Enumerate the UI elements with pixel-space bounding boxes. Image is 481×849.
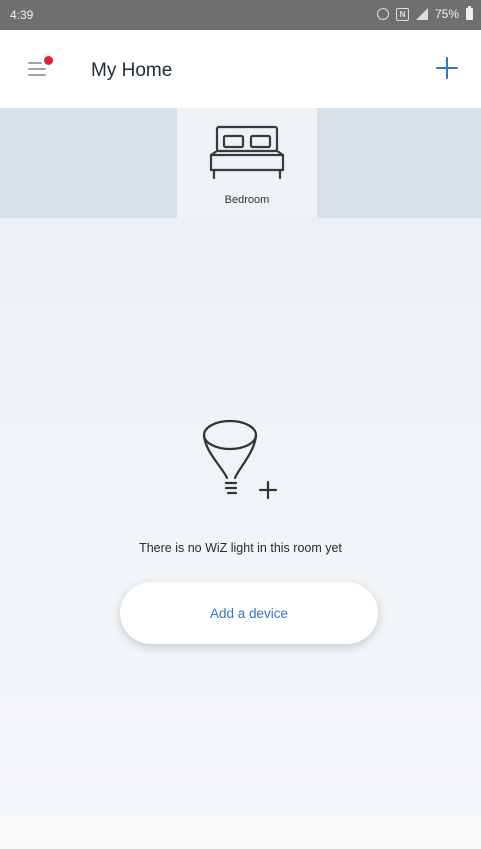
battery-icon bbox=[466, 6, 473, 20]
empty-state-message: There is no WiZ light in this room yet bbox=[139, 541, 342, 555]
add-button[interactable] bbox=[427, 48, 467, 88]
room-tab-bedroom[interactable]: Bedroom bbox=[177, 108, 317, 218]
bulb-add-icon bbox=[202, 419, 278, 500]
add-device-button[interactable]: Add a device bbox=[120, 582, 378, 644]
status-time: 4:39 bbox=[10, 8, 34, 22]
app-screen: 4:39 N 75% My Home Bedroom There is no W… bbox=[0, 0, 481, 849]
nfc-icon: N bbox=[395, 7, 409, 21]
battery-percent: 75% bbox=[434, 7, 459, 21]
menu-button[interactable] bbox=[28, 56, 54, 80]
menu-icon-line bbox=[28, 68, 46, 70]
notification-dot bbox=[44, 56, 53, 65]
rooms-strip: Bedroom bbox=[0, 108, 481, 218]
room-label: Bedroom bbox=[224, 194, 270, 206]
page-title: My Home bbox=[91, 60, 173, 81]
menu-icon-line bbox=[28, 74, 46, 76]
signal-icon bbox=[415, 8, 428, 20]
bed-icon bbox=[209, 125, 285, 180]
status-icons: N 75% bbox=[376, 6, 473, 21]
alarm-icon bbox=[376, 8, 389, 20]
menu-icon bbox=[28, 62, 42, 64]
app-header: My Home bbox=[0, 30, 481, 108]
status-bar: 4:39 N 75% bbox=[0, 0, 481, 30]
